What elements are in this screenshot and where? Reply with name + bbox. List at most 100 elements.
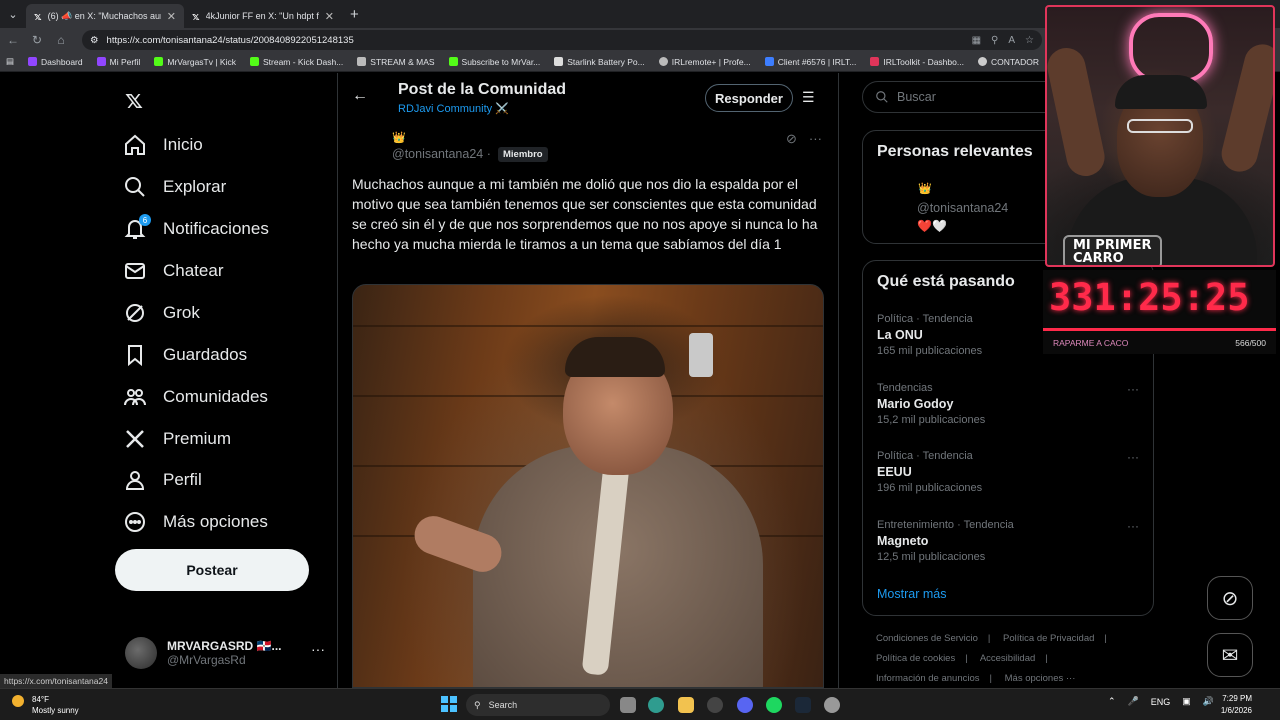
nav-item-chat[interactable]: Chatear	[123, 256, 223, 286]
trend-item[interactable]: Entretenimiento · Tendencia Magneto 12,5…	[877, 519, 1147, 563]
bookmark[interactable]: Client #6576 | IRLT...	[764, 57, 856, 67]
card-title: Qué está pasando	[877, 273, 1015, 290]
x-icon	[126, 430, 144, 448]
bookmark[interactable]: Subscribe to MrVar...	[448, 57, 540, 67]
weather-widget[interactable]: 84°F Mostly sunny	[12, 694, 79, 716]
spotify-icon[interactable]	[766, 697, 782, 713]
bookmark[interactable]: IRLToolkit - Dashbo...	[870, 57, 964, 67]
settings-gear-icon[interactable]	[824, 697, 840, 713]
post-header: ← Post de la Comunidad RDJavi Community …	[338, 73, 838, 125]
trend-item[interactable]: Política · Tendencia EEUU 196 mil public…	[877, 450, 1147, 494]
address-bar[interactable]: ⚙ https://x.com/tonisantana24/status/200…	[82, 30, 1042, 50]
footer-link[interactable]: Política de cookies	[876, 653, 955, 664]
grok-icon: ⊘	[1221, 587, 1239, 610]
edge-icon[interactable]	[648, 697, 664, 713]
chevron-up-icon[interactable]: ⌃	[1108, 696, 1116, 707]
home-icon	[125, 134, 145, 155]
bookmark[interactable]: CONTADOR	[977, 57, 1039, 67]
bookmark[interactable]: Starlink Battery Po...	[554, 57, 645, 67]
apps-icon[interactable]: ▦	[972, 35, 981, 46]
footer-link[interactable]: Política de Privacidad	[1003, 633, 1094, 644]
x-logo-icon[interactable]: 𝕩	[125, 85, 143, 115]
more-dots-icon[interactable]: ···	[1127, 519, 1139, 533]
nav-item-grok[interactable]: Grok	[123, 298, 200, 328]
account-name: MRVARGASRD 🇩🇴...	[167, 639, 282, 653]
more-dots-icon[interactable]: ···	[311, 641, 325, 657]
avatar	[125, 637, 157, 669]
network-icon[interactable]: ▣	[1182, 696, 1191, 707]
bookmark[interactable]: STREAM & MAS	[357, 57, 435, 67]
author-handle[interactable]: @tonisantana24 ·	[392, 147, 491, 161]
relevant-name[interactable]: 👑	[918, 182, 932, 195]
webcam-overlay: MI PRIMER CARRO	[1045, 5, 1275, 267]
notification-badge: 6	[139, 214, 151, 226]
taskbar-clock[interactable]: 7:29 PM 1/6/2026	[1212, 693, 1252, 717]
footer-link[interactable]: Condiciones de Servicio	[876, 633, 978, 644]
tab-close-icon[interactable]: ✕	[325, 10, 334, 23]
bookmark-favicon-icon	[764, 57, 774, 66]
nav-item-more[interactable]: Más opciones	[123, 507, 268, 537]
nav-item-profile[interactable]: Perfil	[123, 465, 202, 495]
relevant-handle[interactable]: @tonisantana24	[917, 201, 1008, 215]
tab-active[interactable]: 𝕩 (6) 📣 en X: "Muchachos aunque ✕	[26, 4, 184, 28]
tab-inactive[interactable]: 𝕩 4kJunior FF en X: "Un hdpt facto: ✕	[184, 4, 342, 28]
more-dots-icon[interactable]: ···	[809, 131, 822, 147]
more-dots-icon[interactable]: ···	[1127, 450, 1139, 464]
grok-icon[interactable]: ⊘	[786, 131, 797, 147]
footer-link[interactable]: Información de anuncios	[876, 673, 980, 684]
read-aloud-icon[interactable]: A	[1008, 35, 1015, 46]
discord-icon[interactable]	[737, 697, 753, 713]
file-explorer-icon[interactable]	[678, 697, 694, 713]
obs-icon[interactable]	[707, 697, 723, 713]
show-more-link[interactable]: Mostrar más	[877, 587, 946, 601]
post-button[interactable]: Postear	[115, 549, 309, 591]
mail-icon	[125, 263, 145, 279]
tab-close-icon[interactable]: ✕	[167, 10, 176, 23]
trend-item[interactable]: Tendencias Mario Godoy 15,2 mil publicac…	[877, 382, 1147, 426]
sliders-icon[interactable]: ☰	[802, 89, 815, 106]
task-view-icon[interactable]	[620, 697, 636, 713]
nav-item-bookmarks[interactable]: Guardados	[123, 340, 247, 370]
nav-item-notifications[interactable]: 6 Notificaciones	[123, 214, 269, 244]
tab-list-chevron-icon[interactable]: ⌄	[0, 0, 26, 28]
bookmark[interactable]: Dashboard	[28, 57, 83, 67]
back-arrow-icon[interactable]: ←	[352, 87, 368, 105]
nav-item-premium[interactable]: Premium	[123, 424, 231, 454]
grok-fab-button[interactable]: ⊘	[1207, 576, 1253, 620]
bookmark[interactable]: IRLremote+ | Profe...	[658, 57, 751, 67]
member-badge: Miembro	[498, 147, 548, 162]
footer-link[interactable]: Más opciones ···	[1005, 673, 1076, 684]
mail-icon: ✉	[1221, 644, 1239, 667]
microphone-icon[interactable]: 🎤	[1128, 696, 1139, 707]
site-info-icon[interactable]: ⚙	[90, 35, 99, 46]
bookmark[interactable]: Stream - Kick Dash...	[249, 57, 343, 67]
zoom-icon[interactable]: ⚲	[991, 35, 998, 46]
steam-icon[interactable]	[795, 697, 811, 713]
favorite-star-icon[interactable]: ☆	[1025, 35, 1034, 46]
post-video[interactable]	[352, 284, 824, 688]
bookmark-menu-icon[interactable]: ▤	[6, 56, 14, 67]
messages-fab-button[interactable]: ✉	[1207, 633, 1253, 677]
main-column: ← Post de la Comunidad RDJavi Community …	[337, 73, 839, 688]
taskbar-search[interactable]: ⚲ Search	[466, 694, 610, 716]
nav-item-explore[interactable]: Explorar	[123, 172, 226, 202]
back-arrow-icon[interactable]: ←	[6, 33, 20, 47]
author-name[interactable]: 👑	[392, 132, 406, 144]
language-indicator[interactable]: ENG	[1151, 697, 1171, 707]
bookmark[interactable]: MrVargasTv | Kick	[154, 57, 236, 67]
more-dots-icon[interactable]: ···	[1127, 382, 1139, 396]
nav-item-home[interactable]: Inicio	[123, 130, 203, 160]
bookmark[interactable]: Mi Perfil	[96, 57, 140, 67]
reply-button[interactable]: Responder	[705, 84, 793, 112]
nav-item-communities[interactable]: Comunidades	[123, 382, 268, 412]
account-switcher[interactable]: MRVARGASRD 🇩🇴... @MrVargasRd ···	[125, 633, 325, 673]
reload-icon[interactable]: ↻	[30, 33, 44, 47]
search-icon	[125, 177, 145, 197]
community-link[interactable]: RDJavi Community ⚔️	[398, 102, 509, 115]
footer-link[interactable]: Accesibilidad	[980, 653, 1035, 664]
wood-plank	[353, 325, 823, 327]
more-circle-icon	[125, 512, 145, 532]
new-tab-button[interactable]: +	[350, 6, 359, 23]
windows-start-icon[interactable]	[441, 696, 457, 712]
home-icon[interactable]: ⌂	[54, 33, 68, 47]
